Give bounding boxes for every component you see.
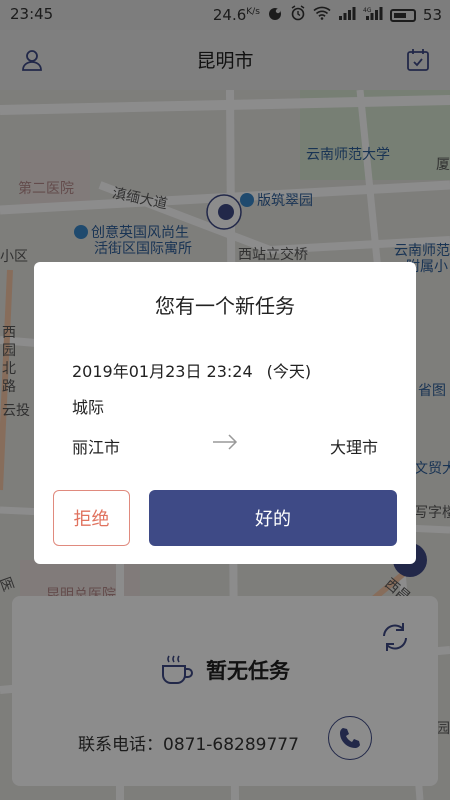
reject-button[interactable]: 拒绝 [53, 490, 130, 546]
to-city: 大理市 [329, 438, 378, 457]
day-label: (今天) [266, 362, 312, 381]
new-task-dialog: 您有一个新任务 2019年01月23日 23:24 (今天) 城际 丽江市 大理市… [34, 262, 416, 564]
dialog-title: 您有一个新任务 [155, 294, 295, 318]
from-city: 丽江市 [72, 438, 121, 457]
trip-type: 城际 [72, 398, 105, 417]
accept-button[interactable]: 好的 [149, 490, 397, 546]
task-datetime: 2019年01月23日 23:24 (今天) [72, 362, 312, 381]
arrow-right-icon [213, 434, 238, 450]
